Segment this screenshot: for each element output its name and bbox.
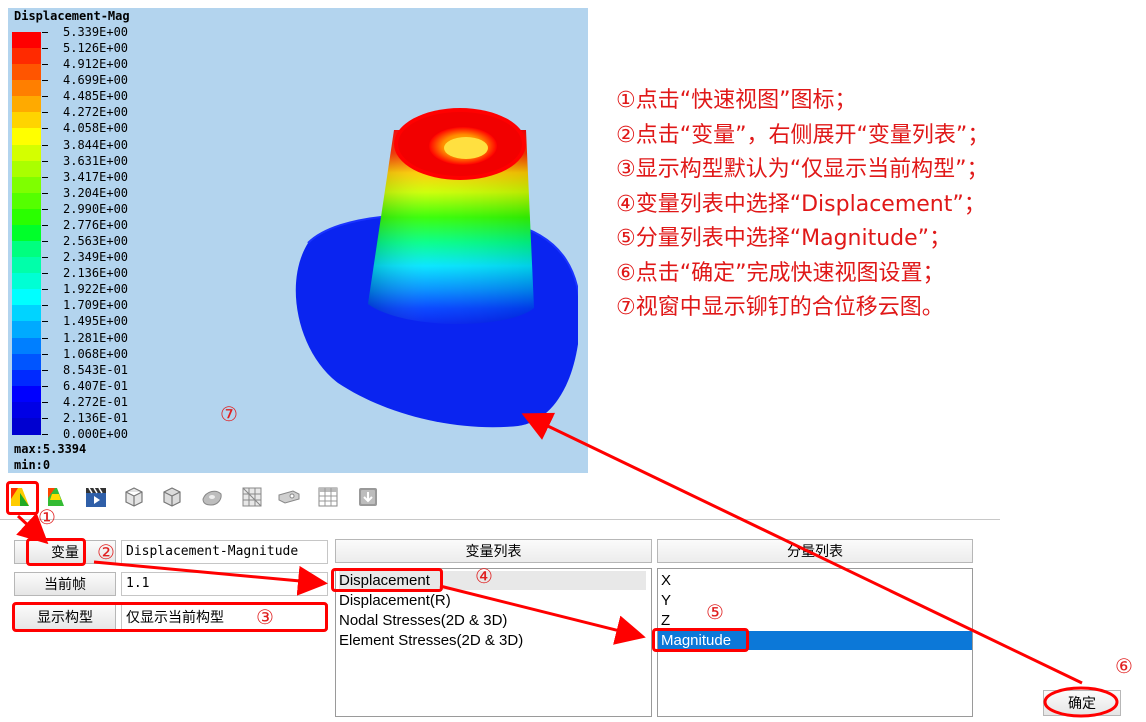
highlight-display-configuration bbox=[12, 602, 328, 632]
marker-1: ① bbox=[38, 505, 56, 529]
highlight-quick-view bbox=[6, 481, 39, 515]
instruction-list: ①点击“快速视图”图标； ②点击“变量”，右侧展开“变量列表”； ③显示构型默认… bbox=[616, 84, 1141, 326]
instruction-step-3: ③显示构型默认为“仅显示当前构型”； bbox=[616, 157, 989, 182]
instruction-step-1: ①点击“快速视图”图标； bbox=[616, 88, 857, 113]
highlight-magnitude-item bbox=[652, 628, 749, 652]
marker-6: ⑥ bbox=[1115, 654, 1133, 678]
instruction-step-2: ②点击“变量”，右侧展开“变量列表”； bbox=[616, 122, 990, 148]
instruction-step-4: ④变量列表中选择“Displacement”； bbox=[616, 191, 986, 217]
highlight-variable-button bbox=[26, 538, 86, 566]
instruction-step-7: ⑦视窗中显示铆钉的合位移云图。 bbox=[616, 295, 944, 320]
marker-2: ② bbox=[97, 540, 115, 564]
highlight-displacement-item bbox=[331, 568, 443, 592]
marker-4: ④ bbox=[475, 564, 493, 588]
instruction-step-5: ⑤分量列表中选择“Magnitude”； bbox=[616, 226, 952, 251]
marker-3: ③ bbox=[256, 605, 274, 629]
instruction-step-6: ⑥点击“确定”完成快速视图设置； bbox=[616, 260, 945, 286]
marker-5: ⑤ bbox=[706, 600, 724, 624]
